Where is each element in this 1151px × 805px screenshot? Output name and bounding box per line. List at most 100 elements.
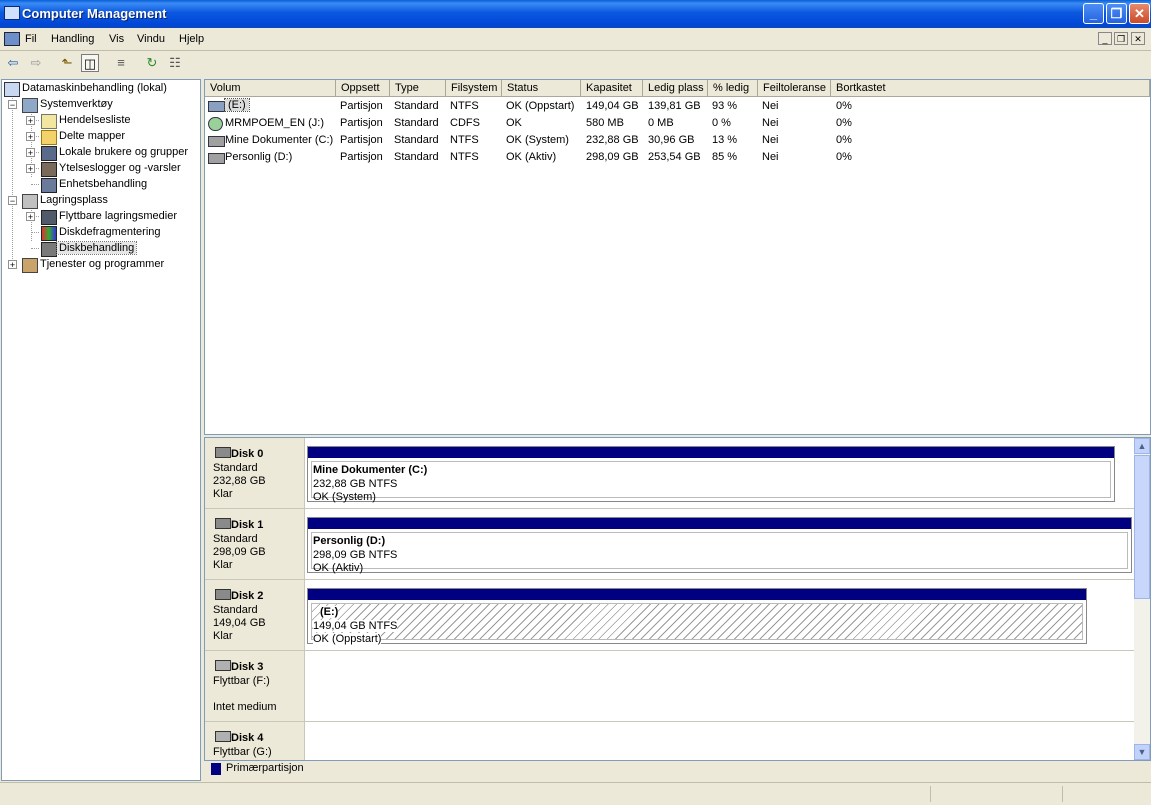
show-hide-tree-button[interactable]: ◫: [81, 54, 99, 72]
tree-item-label: Hendelsesliste: [59, 114, 131, 126]
tree-item-delte-mapper[interactable]: Delte mapper: [41, 129, 191, 145]
volume-icon: [208, 153, 225, 164]
cell-type: Standard: [394, 151, 439, 163]
expand-tjenester-icon[interactable]: +: [8, 260, 17, 270]
mdi-restore-button[interactable]: ❐: [1114, 32, 1128, 45]
cell-kapasitet: 149,04 GB: [586, 100, 639, 112]
tree-item-diskdefragmentering[interactable]: Diskdefragmentering: [41, 225, 191, 241]
back-button[interactable]: ⇦: [4, 54, 22, 72]
expand-lokale-brukere-icon[interactable]: +: [26, 148, 35, 158]
tree-item-label: Diskdefragmentering: [59, 226, 161, 238]
forward-button[interactable]: ⇨: [27, 54, 45, 72]
scroll-thumb[interactable]: [1134, 455, 1150, 599]
tree-item-ytelseslogger[interactable]: Ytelseslogger og -varsler: [41, 161, 196, 177]
cell-type: Standard: [394, 134, 439, 146]
tree-item-label-selected: Diskbehandling: [55, 241, 138, 255]
refresh-button[interactable]: ↻: [143, 54, 161, 72]
cell-bortkastet: 0%: [836, 151, 852, 163]
disk-row[interactable]: Disk 3 Flyttbar (F:) Intet medium: [205, 651, 1135, 722]
minimize-button[interactable]: _: [1083, 3, 1104, 24]
mdi-close-button[interactable]: ✕: [1131, 32, 1145, 45]
tree-item-systemverktoy[interactable]: Systemverktøy: [22, 97, 192, 113]
scroll-down-icon[interactable]: ▼: [1134, 744, 1150, 760]
tree-item-lagringsplass[interactable]: Lagringsplass: [22, 193, 192, 209]
mdi-minimize-button[interactable]: _: [1098, 32, 1112, 45]
tree-item-hendelsesliste[interactable]: Hendelsesliste: [41, 113, 191, 129]
tree-item-enhetsbehandling[interactable]: Enhetsbehandling: [41, 177, 191, 193]
expand-ytelseslogger-icon[interactable]: +: [26, 164, 35, 174]
cell-kapasitet: 298,09 GB: [586, 151, 639, 163]
column-header-filsystem[interactable]: Filsystem: [446, 80, 502, 97]
tree-item-label: Flyttbare lagringsmedier: [59, 210, 177, 222]
legend-label: Primærpartisjon: [226, 762, 304, 774]
volume-icon: [208, 136, 225, 147]
expand-hendelsesliste-icon[interactable]: +: [26, 116, 35, 126]
tree-item-tjenester[interactable]: Tjenester og programmer: [22, 257, 192, 273]
cell-type: Standard: [394, 100, 439, 112]
cell-feiltoleranse: Nei: [762, 117, 779, 129]
partition-block[interactable]: Mine Dokumenter (C:) 232,88 GB NTFS OK (…: [307, 446, 1115, 503]
disk-name: Disk 3: [231, 661, 264, 673]
column-header-kapasitet[interactable]: Kapasitet: [581, 80, 643, 97]
cell-kapasitet: 232,88 GB: [586, 134, 639, 146]
removable-disk-icon: [215, 731, 231, 742]
column-header-type[interactable]: Type: [390, 80, 446, 97]
cell-status: OK: [506, 117, 522, 129]
menu-handling[interactable]: Handling: [51, 33, 94, 45]
event-viewer-icon: [41, 114, 57, 129]
column-header-bortkastet[interactable]: Bortkastet: [831, 80, 1150, 97]
column-header-ledig-plass[interactable]: Ledig plass: [643, 80, 708, 97]
disk-state: Klar: [213, 488, 233, 500]
export-list-button[interactable]: ≡: [112, 54, 130, 72]
back-icon: ⇦: [7, 55, 19, 70]
up-folder-icon: ⬑: [61, 55, 73, 70]
disk-management-icon: [41, 242, 57, 257]
tree-item-flyttbare-lagringsmedier[interactable]: Flyttbare lagringsmedier: [41, 209, 196, 225]
window-title: Computer Management: [22, 6, 167, 21]
disk-info[interactable]: Disk 3 Flyttbar (F:) Intet medium: [205, 651, 305, 721]
close-button[interactable]: ✕: [1129, 3, 1150, 24]
disk-view-scrollbar[interactable]: ▲ ▼: [1134, 438, 1150, 760]
disk-state: Klar: [213, 630, 233, 642]
tree-root[interactable]: Datamaskinbehandling (lokal): [4, 81, 194, 97]
expand-delte-mapper-icon[interactable]: +: [26, 132, 35, 142]
partition-block-selected[interactable]: (E:) 149,04 GB NTFS OK (Oppstart): [307, 588, 1087, 645]
disk-info[interactable]: Disk 4 Flyttbar (G:): [205, 722, 305, 760]
cell-volum-selected: (E:): [224, 98, 250, 112]
tree-item-lokale-brukere[interactable]: Lokale brukere og grupper: [41, 145, 196, 161]
menu-hjelp[interactable]: Hjelp: [179, 33, 204, 45]
disk-info[interactable]: Disk 2 Standard 149,04 GB Klar: [205, 580, 305, 650]
cell-oppsett: Partisjon: [340, 151, 383, 163]
cell-oppsett: Partisjon: [340, 100, 383, 112]
cell-prosent-ledig: 0 %: [712, 117, 731, 129]
maximize-button[interactable]: ❐: [1106, 3, 1127, 24]
tree-item-label: Delte mapper: [59, 130, 126, 142]
disk-info[interactable]: Disk 1 Standard 298,09 GB Klar: [205, 509, 305, 579]
column-header-volum[interactable]: Volum: [205, 80, 336, 97]
cell-status: OK (Oppstart): [506, 100, 575, 112]
column-header-oppsett[interactable]: Oppsett: [336, 80, 390, 97]
column-header-feiltoleranse[interactable]: Feiltoleranse: [758, 80, 831, 97]
system-menu-icon[interactable]: [4, 32, 20, 46]
expand-flyttbare-icon[interactable]: +: [26, 212, 35, 222]
disk-size: 232,88 GB: [213, 475, 266, 487]
menu-vis[interactable]: Vis: [109, 33, 124, 45]
tree-item-diskbehandling[interactable]: Diskbehandling: [41, 241, 191, 257]
tree-item-label: Lokale brukere og grupper: [59, 146, 189, 158]
up-one-level-button[interactable]: ⬑: [58, 54, 76, 72]
disk-row[interactable]: Disk 2 Standard 149,04 GB Klar (E:) 149,…: [205, 580, 1135, 651]
menu-fil[interactable]: Fil: [25, 33, 37, 45]
collapse-systemverktoy-icon[interactable]: −: [8, 100, 17, 110]
partition-block[interactable]: Personlig (D:) 298,09 GB NTFS OK (Aktiv): [307, 517, 1132, 574]
scroll-up-icon[interactable]: ▲: [1134, 438, 1150, 454]
column-header-prosent-ledig[interactable]: % ledig: [708, 80, 758, 97]
properties-button[interactable]: ☷: [166, 54, 184, 72]
disk-row[interactable]: Disk 0 Standard 232,88 GB Klar Mine Doku…: [205, 438, 1135, 509]
column-header-status[interactable]: Status: [502, 80, 581, 97]
disk-row[interactable]: Disk 1 Standard 298,09 GB Klar Personlig…: [205, 509, 1135, 580]
partition-size: 298,09 GB NTFS: [313, 549, 398, 561]
disk-info[interactable]: Disk 0 Standard 232,88 GB Klar: [205, 438, 305, 508]
disk-row[interactable]: Disk 4 Flyttbar (G:): [205, 722, 1135, 760]
menu-vindu[interactable]: Vindu: [137, 33, 165, 45]
collapse-lagringsplass-icon[interactable]: −: [8, 196, 17, 206]
